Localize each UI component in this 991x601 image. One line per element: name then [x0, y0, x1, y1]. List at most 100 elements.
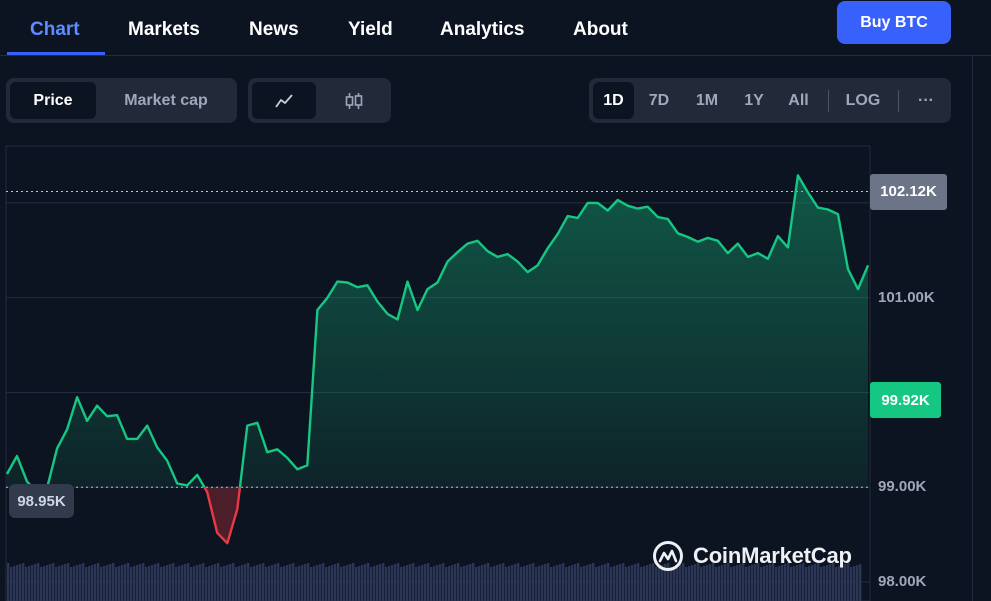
price-point: [356, 286, 358, 288]
volume-bar: [352, 563, 355, 601]
volume-bar: [460, 567, 463, 601]
price-point: [516, 260, 518, 262]
volume-bar: [139, 564, 142, 601]
volume-bar: [493, 566, 496, 601]
volume-bar: [340, 567, 343, 601]
volume-bar: [529, 564, 532, 601]
y-tick-label: 101.00K: [878, 288, 935, 306]
volume-bar: [178, 566, 181, 601]
volume-bar: [619, 564, 622, 601]
volume-bar: [439, 564, 442, 601]
volume-bar: [91, 565, 94, 601]
volume-bar: [34, 564, 37, 601]
price-point: [286, 457, 288, 459]
volume-bar: [148, 566, 151, 601]
volume-bar: [625, 567, 628, 601]
volume-bar: [127, 563, 130, 601]
volume-bar: [49, 564, 52, 601]
volume-bar: [217, 563, 220, 601]
volume-bar: [181, 565, 184, 601]
price-point: [266, 451, 268, 453]
price-point: [406, 280, 408, 282]
volume-bar: [634, 564, 637, 601]
price-point: [236, 508, 238, 510]
low-price-label: 98.95K: [9, 484, 74, 518]
volume-bar: [577, 563, 580, 601]
volume-bar: [415, 567, 418, 601]
price-point: [606, 209, 608, 211]
volume-bar: [406, 565, 409, 601]
volume-bar: [289, 564, 292, 601]
volume-bar: [391, 565, 394, 601]
volume-bar: [628, 566, 631, 601]
volume-bar: [403, 566, 406, 601]
price-point: [667, 218, 669, 220]
volume-bar: [382, 563, 385, 601]
price-point: [566, 215, 568, 217]
price-point: [386, 313, 388, 315]
volume-bar: [334, 564, 337, 601]
price-point: [857, 288, 859, 290]
volume-bar: [169, 564, 172, 601]
volume-bar: [643, 566, 646, 601]
price-point: [246, 424, 248, 426]
volume-bar: [532, 563, 535, 601]
volume-bar: [310, 567, 313, 601]
volume-bar: [142, 563, 145, 601]
price-point: [446, 260, 448, 262]
price-point: [576, 217, 578, 219]
volume-bar: [187, 563, 190, 601]
volume-bar: [760, 567, 763, 601]
price-point: [296, 468, 298, 470]
volume-bar: [166, 565, 169, 601]
volume-bar: [805, 567, 808, 601]
price-point: [657, 216, 659, 218]
price-point: [56, 447, 58, 449]
price-point: [867, 264, 869, 266]
volume-bar: [670, 567, 673, 601]
price-point: [637, 207, 639, 209]
high-price-tag: 102.12K: [870, 173, 947, 210]
volume-bar: [481, 565, 484, 601]
price-chart[interactable]: [0, 0, 991, 601]
volume-bar: [856, 565, 859, 601]
volume-bar: [358, 566, 361, 601]
price-point: [136, 438, 138, 440]
price-point: [256, 422, 258, 424]
price-point: [757, 252, 759, 254]
volume-bar: [85, 567, 88, 601]
price-point: [556, 233, 558, 235]
volume-bar: [850, 567, 853, 601]
price-point: [76, 396, 78, 398]
volume-bar: [361, 565, 364, 601]
volume-bar: [448, 566, 451, 601]
volume-bar: [595, 567, 598, 601]
volume-bar: [451, 565, 454, 601]
volume-bar: [544, 564, 547, 601]
volume-bar: [232, 563, 235, 601]
volume-bar: [466, 565, 469, 601]
volume-bar: [622, 563, 625, 601]
current-price-tag: 99.92K: [870, 382, 941, 419]
volume-bar: [475, 567, 478, 601]
volume-bar: [484, 564, 487, 601]
volume-bar: [22, 563, 25, 601]
price-point: [276, 448, 278, 450]
price-point: [126, 438, 128, 440]
volume-bar: [301, 565, 304, 601]
y-tick-label: 99.00K: [878, 478, 927, 496]
volume-bar: [208, 566, 211, 601]
volume-bar: [571, 565, 574, 601]
volume-bar: [370, 567, 373, 601]
volume-bar: [517, 563, 520, 601]
volume-bar: [589, 564, 592, 601]
price-point: [346, 281, 348, 283]
price-point: [466, 242, 468, 244]
volume-bar: [154, 564, 157, 601]
volume-bar: [115, 567, 118, 601]
price-point: [707, 237, 709, 239]
volume-bar: [52, 563, 55, 601]
price-point: [106, 415, 108, 417]
volume-bar: [151, 565, 154, 601]
volume-bar: [418, 566, 421, 601]
